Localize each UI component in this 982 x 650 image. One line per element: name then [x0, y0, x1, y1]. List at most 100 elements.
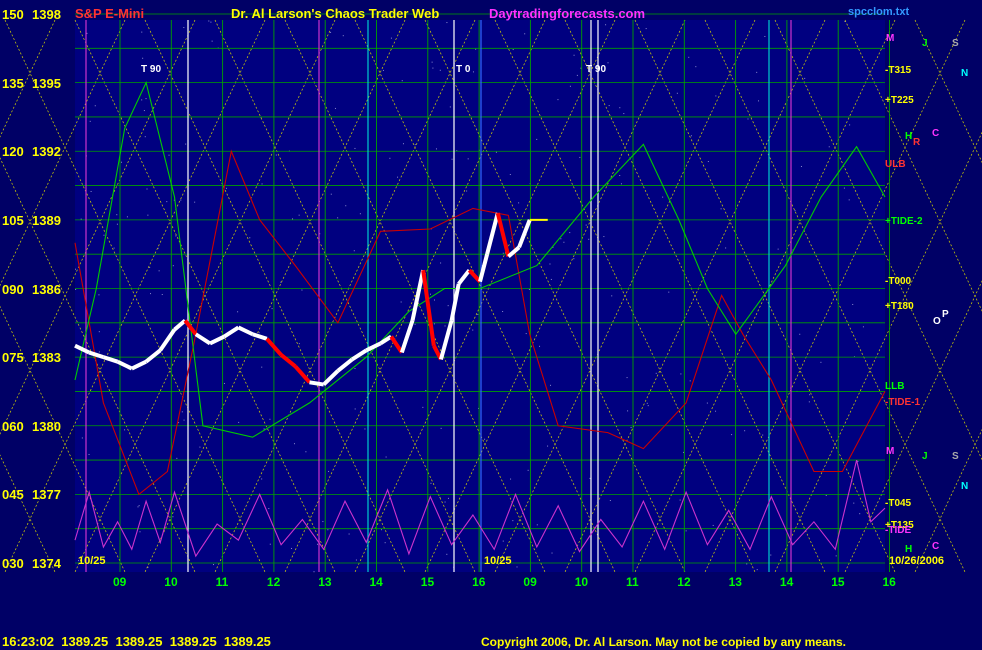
marker-top-2: T 0	[456, 64, 471, 75]
star-dot	[510, 478, 512, 480]
star-dot	[334, 107, 336, 109]
site-link[interactable]: Daytradingforecasts.com	[489, 6, 645, 21]
star-dot	[569, 85, 571, 87]
star-dot	[627, 410, 629, 412]
star-dot	[355, 559, 357, 561]
x-tick-label: 10	[574, 575, 589, 589]
star-dot	[446, 553, 448, 555]
star-dot	[623, 113, 625, 115]
star-dot	[518, 202, 520, 204]
star-dot	[210, 21, 212, 23]
star-dot	[141, 99, 143, 101]
planet-letter: H	[905, 131, 913, 142]
price-bar-segment	[309, 380, 325, 387]
y-tick-label-price: 1377	[32, 487, 61, 503]
star-dot	[573, 54, 575, 56]
star-dot	[275, 154, 277, 156]
star-dot	[298, 343, 300, 345]
star-dot	[466, 190, 468, 192]
star-dot	[261, 478, 263, 480]
right-level-label: -TIDE-1	[885, 396, 920, 408]
right-level-label: +T225	[885, 94, 914, 106]
star-dot	[502, 540, 504, 542]
star-dot	[178, 422, 180, 424]
y-tick-label-price: 1386	[32, 281, 61, 297]
marker-top-1: T 90	[141, 64, 162, 75]
star-dot	[799, 333, 801, 335]
planet-letter: N	[961, 481, 969, 492]
symbol-label: S&P E-Mini	[75, 6, 145, 21]
star-dot	[808, 401, 810, 403]
star-dot	[853, 502, 855, 504]
star-dot	[94, 105, 96, 107]
star-dot	[263, 428, 265, 430]
star-dot	[680, 373, 682, 375]
star-dot	[707, 161, 709, 163]
star-dot	[103, 234, 105, 236]
star-dot	[715, 95, 717, 97]
star-dot	[607, 62, 609, 64]
star-dot	[348, 533, 350, 535]
star-dot	[181, 411, 183, 413]
star-dot	[685, 530, 687, 532]
star-dot	[859, 513, 861, 515]
star-dot	[305, 451, 307, 453]
planet-letter: H	[905, 544, 913, 555]
star-dot	[589, 477, 591, 479]
star-dot	[825, 494, 827, 496]
planet-letter: M	[886, 446, 895, 457]
star-dot	[547, 445, 549, 447]
star-dot	[444, 325, 446, 327]
star-dot	[353, 250, 355, 252]
star-dot	[770, 554, 772, 556]
star-dot	[354, 368, 356, 370]
star-dot	[316, 543, 318, 545]
star-dot	[524, 33, 526, 35]
star-dot	[563, 241, 565, 243]
star-dot	[720, 208, 722, 210]
star-dot	[113, 247, 115, 249]
star-dot	[213, 564, 215, 566]
star-dot	[172, 265, 174, 267]
star-dot	[268, 508, 270, 510]
x-tick-label: 10	[164, 575, 178, 589]
star-dot	[223, 382, 225, 384]
star-dot	[75, 288, 77, 290]
star-dot	[414, 144, 416, 146]
star-dot	[89, 120, 91, 122]
star-dot	[330, 31, 332, 33]
star-dot	[852, 303, 854, 305]
star-dot	[354, 408, 356, 410]
star-dot	[536, 524, 538, 526]
star-dot	[512, 49, 514, 51]
planet-letter: J	[922, 451, 928, 462]
planet-letter: C	[932, 128, 940, 139]
star-dot	[573, 258, 575, 260]
star-dot	[809, 394, 811, 396]
star-dot	[124, 429, 126, 431]
star-dot	[550, 278, 552, 280]
y-tick-label-price: 1380	[32, 418, 61, 434]
star-dot	[147, 214, 149, 216]
chart-canvas	[0, 13, 982, 573]
star-dot	[168, 154, 170, 156]
star-dot	[183, 419, 185, 421]
star-dot	[527, 469, 529, 471]
star-dot	[472, 329, 474, 331]
star-dot	[138, 505, 140, 507]
x-tick-label: 14	[779, 575, 794, 589]
star-dot	[293, 443, 295, 445]
star-dot	[381, 529, 382, 531]
y-tick-label-price: 1398	[32, 7, 61, 22]
star-dot	[364, 428, 366, 430]
star-dot	[539, 345, 541, 347]
fib-line-down	[914, 19, 982, 164]
star-dot	[258, 332, 260, 334]
star-dot	[180, 199, 182, 201]
star-dot	[342, 35, 344, 37]
star-dot	[435, 148, 437, 150]
star-dot	[402, 143, 404, 145]
y-tick-label-left: 090	[2, 281, 24, 297]
star-dot	[337, 217, 339, 219]
file-label: spcclom.txt	[848, 6, 910, 18]
